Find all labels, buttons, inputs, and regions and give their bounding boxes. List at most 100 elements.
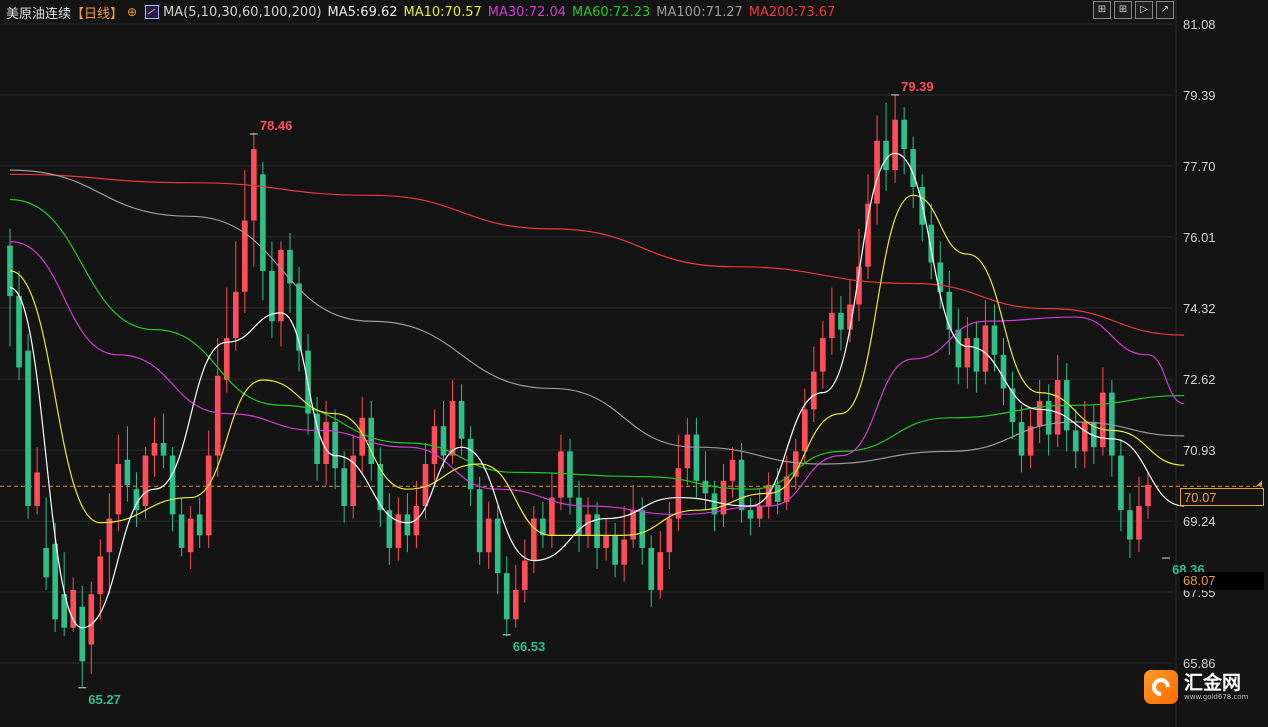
grid-icon[interactable]: ⊞: [1114, 1, 1132, 19]
candle-body: [558, 451, 564, 498]
logo-name: 汇金网: [1184, 671, 1242, 694]
candle-body: [801, 409, 808, 452]
candle-body: [964, 338, 971, 368]
candle-body: [485, 518, 492, 553]
candle-body: [684, 434, 691, 469]
candlestick-chart[interactable]: 81.08 79.39 77.70 76.01 74.32 72.62 70.93 69.24…: [0, 0, 1268, 727]
candle-body: [223, 338, 230, 381]
candle-body: [928, 224, 935, 263]
candle-body: [648, 547, 655, 590]
candle-body: [883, 140, 889, 171]
ma100-value: MA100:71.27: [656, 4, 743, 20]
period-label[interactable]: 【日线】: [71, 3, 123, 22]
candle-body: [666, 518, 673, 553]
candle-body: [106, 518, 113, 553]
candle-body: [820, 338, 826, 372]
candle-body: [422, 463, 429, 506]
settings-gear-icon[interactable]: ⊕: [127, 5, 137, 19]
candle-body: [522, 560, 528, 590]
candle-body: [404, 514, 411, 536]
candle-body: [169, 455, 176, 515]
y-tick-label: 79.39: [1183, 88, 1216, 103]
brand-logo[interactable]: 汇金网 www.gold678.com: [1144, 669, 1260, 705]
candle-body: [314, 413, 320, 464]
instrument-title[interactable]: 美原油连续: [6, 3, 71, 22]
candle-body: [783, 476, 790, 502]
candle-body: [991, 325, 998, 355]
candle-body: [892, 119, 898, 171]
candle-body: [440, 426, 447, 456]
candle-body: [377, 463, 384, 511]
candle-body: [747, 510, 754, 519]
play-icon[interactable]: ▷: [1135, 1, 1153, 19]
candle-body: [52, 543, 58, 620]
candle-body: [774, 484, 781, 502]
y-tick-label: 74.32: [1183, 301, 1216, 316]
candle-body: [1136, 505, 1142, 540]
low-label-1: 65.27: [88, 692, 121, 707]
y-tick-label: 69.24: [1183, 514, 1216, 529]
candle-body: [946, 291, 953, 330]
candle-body: [982, 325, 989, 372]
export-icon[interactable]: ↗: [1156, 1, 1174, 19]
candle-body: [512, 589, 519, 620]
y-tick-label: 77.70: [1183, 159, 1216, 174]
candle-body: [693, 434, 700, 481]
candle-body: [1054, 380, 1061, 435]
candle-body: [1081, 422, 1088, 452]
ma10-value: MA10:70.57: [403, 4, 482, 20]
ma30-value: MA30:72.04: [487, 4, 567, 20]
candle-body: [196, 514, 203, 536]
candle-body: [187, 518, 194, 553]
candle-body: [621, 539, 627, 565]
cursor-price-tag: 68.07: [1180, 572, 1264, 590]
candle-body: [160, 443, 167, 456]
candle-body: [151, 443, 158, 456]
candle-body: [332, 422, 338, 469]
candle-body: [178, 514, 185, 548]
candle-body: [811, 371, 817, 410]
candle-body: [657, 552, 664, 590]
candle-body: [675, 468, 682, 519]
ma-chart-icon[interactable]: [145, 5, 160, 19]
candle-body: [1145, 484, 1151, 506]
candle-body: [549, 497, 555, 536]
logo-icon: [1144, 670, 1178, 704]
candle-body: [115, 463, 122, 515]
candle-body: [838, 312, 844, 330]
ma60-value: MA60:72.23: [572, 4, 651, 20]
candle-body: [124, 459, 131, 485]
candle-body: [323, 422, 329, 464]
candle-body: [458, 401, 465, 439]
candle-body: [756, 505, 763, 519]
high-label-2: 79.39: [901, 79, 934, 94]
candle-body: [88, 594, 95, 645]
candle-body: [1127, 510, 1133, 540]
candle-body: [1000, 354, 1007, 389]
candle-body: [43, 547, 49, 578]
candle-body: [232, 291, 239, 339]
candle-body: [34, 472, 40, 506]
candle-body: [25, 350, 31, 506]
candle-body: [1018, 422, 1025, 456]
candle-body: [476, 489, 483, 553]
candle-body: [702, 480, 709, 494]
chart-background: [0, 0, 1268, 727]
crosshair-icon[interactable]: ⊞: [1093, 1, 1111, 19]
candle-body: [603, 535, 609, 548]
candle-body: [1072, 430, 1079, 452]
ma200-value: MA200:73.67: [748, 4, 836, 20]
chart-toolbar: ⊞ ⊞ ▷ ↗: [1093, 1, 1174, 19]
logo-url: www.gold678.com: [1184, 692, 1249, 701]
candle-body: [449, 401, 456, 456]
candle-body: [729, 459, 736, 481]
candle-body: [16, 296, 22, 368]
candle-body: [1118, 455, 1124, 511]
candle-body: [205, 455, 212, 536]
candle-body: [494, 518, 501, 574]
candle-body: [829, 312, 835, 339]
candle-body: [639, 510, 646, 548]
chart-header: 美原油连续 【日线】 ⊕ MA(5,10,30,60,100,200) MA5:…: [6, 2, 841, 22]
candle-body: [865, 203, 871, 267]
ma-params-label: MA(5,10,30,60,100,200): [163, 4, 322, 20]
